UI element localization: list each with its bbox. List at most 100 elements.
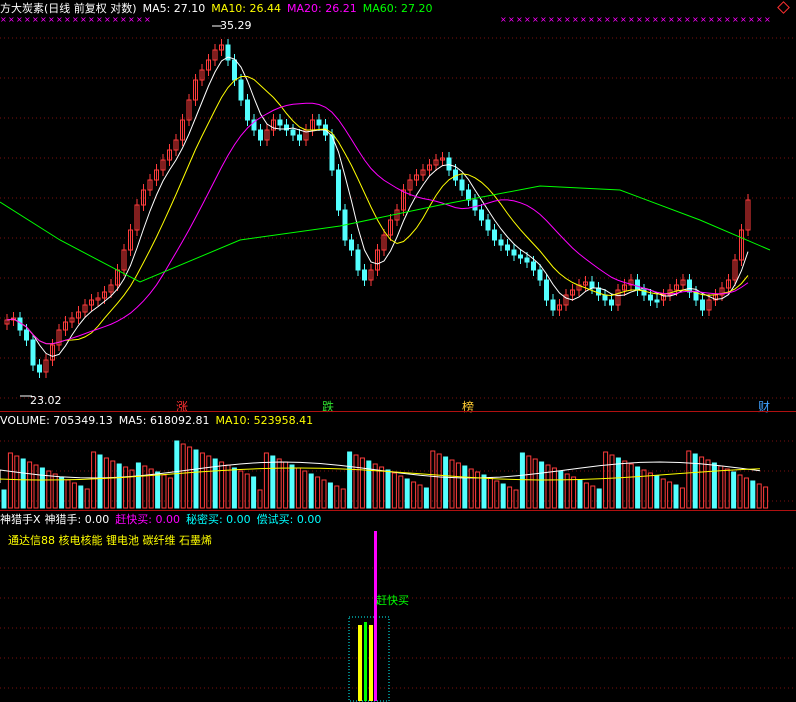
volume-bar-up bbox=[647, 472, 653, 509]
marker-zhang[interactable]: 涨 bbox=[176, 398, 188, 415]
stock-title[interactable]: 方大炭素(日线 前复权 对数) bbox=[0, 2, 137, 15]
candle-down bbox=[446, 157, 452, 171]
candle-down bbox=[336, 169, 341, 211]
volume-bar-down bbox=[174, 440, 180, 509]
volume-bar-up bbox=[244, 473, 250, 509]
volume-bar-up bbox=[583, 482, 589, 509]
signal-x-marker: × bbox=[764, 15, 771, 24]
signal-x-marker: × bbox=[668, 15, 675, 24]
candle-down bbox=[37, 364, 42, 373]
volume-bar-down bbox=[654, 475, 660, 509]
volume-bar-up bbox=[391, 472, 397, 509]
signal-x-marker: × bbox=[588, 15, 595, 24]
signal-x-marker: × bbox=[144, 15, 151, 24]
signal-bar-yellow bbox=[369, 625, 373, 701]
signal-x-marker: × bbox=[104, 15, 111, 24]
volume-bar-down bbox=[231, 467, 237, 509]
ma10-line bbox=[6, 76, 749, 345]
volume-bar-up bbox=[494, 480, 500, 509]
candle-down bbox=[30, 339, 36, 366]
candle-down bbox=[537, 269, 543, 281]
volume-bar-down bbox=[443, 456, 449, 509]
signal-x-marker: × bbox=[64, 15, 71, 24]
candle-down bbox=[505, 244, 510, 251]
volume-bar-up bbox=[507, 486, 513, 509]
volume-bar-up bbox=[737, 474, 743, 509]
volume-bar-down bbox=[711, 462, 717, 509]
volume-bar-down bbox=[308, 473, 314, 509]
indicator-header: 神猎手X 神猎手: 0.00 赶快买: 0.00 秘密买: 0.00 偿试买: 0.00 bbox=[0, 513, 327, 527]
signal-x-marker: × bbox=[652, 15, 659, 24]
volume-bar-up bbox=[46, 470, 52, 509]
marker-cai[interactable]: 财 bbox=[758, 398, 770, 415]
volume-bar-up bbox=[65, 479, 71, 509]
volume-bar-down bbox=[1, 489, 7, 509]
signal-x-marker: × bbox=[708, 15, 715, 24]
signal-x-marker: × bbox=[676, 15, 683, 24]
volume-bar-up bbox=[411, 481, 417, 509]
signal-x-marker: × bbox=[120, 15, 127, 24]
volume-bar-up bbox=[91, 451, 97, 509]
volume-bar-up bbox=[417, 484, 423, 509]
volume-bar-up bbox=[686, 450, 692, 509]
volume-bar-down bbox=[347, 451, 353, 509]
candle-down bbox=[297, 134, 302, 141]
signal-x-marker: × bbox=[628, 15, 635, 24]
volume-bar-up bbox=[436, 453, 442, 509]
candle-down bbox=[316, 119, 322, 126]
candle-down bbox=[349, 239, 354, 251]
volume-bar-up bbox=[7, 452, 13, 509]
candle-down bbox=[355, 249, 361, 271]
marker-bang[interactable]: 榜 bbox=[462, 398, 474, 415]
volume-bar-down bbox=[385, 469, 391, 509]
high-price-label: 35.29 bbox=[220, 19, 252, 32]
volume-bar-up bbox=[123, 466, 129, 509]
volume-bar-down bbox=[500, 483, 506, 509]
signal-x-marker: × bbox=[24, 15, 31, 24]
changshi-readout: 偿试买: 0.00 bbox=[256, 513, 322, 526]
volume-bar-down bbox=[366, 460, 372, 509]
ma10-readout: MA10: 26.44 bbox=[211, 2, 282, 15]
signal-x-marker: × bbox=[96, 15, 103, 24]
signal-x-marker: × bbox=[524, 15, 531, 24]
signal-x-marker: × bbox=[636, 15, 643, 24]
candle-down bbox=[654, 299, 660, 303]
volume-bar-up bbox=[756, 483, 762, 509]
candle-down bbox=[362, 269, 367, 281]
volume-bar-up bbox=[724, 468, 730, 509]
signal-x-marker: × bbox=[716, 15, 723, 24]
volume-bar-down bbox=[327, 482, 333, 509]
gankuai-signal-bar bbox=[374, 531, 377, 701]
signal-x-marker: × bbox=[612, 15, 619, 24]
volume-bar-up bbox=[551, 467, 557, 509]
indicator-name[interactable]: 神猎手X bbox=[0, 513, 41, 526]
signal-x-marker: × bbox=[572, 15, 579, 24]
volume-bar-down bbox=[539, 461, 545, 509]
volume-separator bbox=[0, 411, 796, 412]
concept-tags: 通达信88 核电核能 锂电池 碳纤维 石墨烯 bbox=[8, 534, 212, 547]
volume-bar-down bbox=[692, 453, 698, 509]
volume-bar-down bbox=[673, 484, 679, 509]
volume-bar-down bbox=[251, 476, 257, 509]
candle-down bbox=[544, 279, 549, 301]
volume-bar-down bbox=[135, 462, 141, 509]
signal-x-marker: × bbox=[48, 15, 55, 24]
indicator-value: 神猎手: 0.00 bbox=[44, 513, 110, 526]
volume-bar-up bbox=[180, 443, 186, 509]
candle-down bbox=[24, 329, 29, 341]
candle-down bbox=[635, 279, 640, 291]
signal-x-marker: × bbox=[620, 15, 627, 24]
volume-bar-down bbox=[97, 454, 103, 509]
signal-x-marker: × bbox=[740, 15, 747, 24]
volume-bar-up bbox=[167, 477, 173, 509]
candle-down bbox=[498, 239, 504, 246]
volume-bar-down bbox=[731, 471, 737, 509]
volume-bar-down bbox=[750, 480, 756, 509]
volume-bar-down bbox=[289, 464, 295, 509]
volume-bar-up bbox=[257, 489, 263, 509]
volume-bar-up bbox=[590, 485, 596, 509]
volume-ma10-readout: MA10: 523958.41 bbox=[215, 414, 314, 427]
signal-x-marker: × bbox=[32, 15, 39, 24]
signal-x-marker: × bbox=[72, 15, 79, 24]
marker-die[interactable]: 跌 bbox=[322, 398, 334, 415]
